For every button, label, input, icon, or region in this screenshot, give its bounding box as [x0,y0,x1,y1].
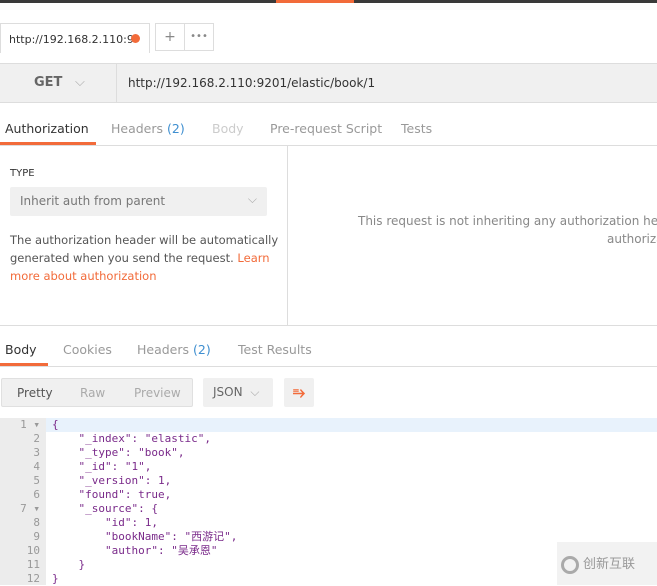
code-line: "_type": "book", [52,446,185,459]
watermark-logo: 创新互联 [557,542,657,585]
divider [0,366,657,367]
code-line: "_source": { [52,502,158,515]
tab-label: Headers [111,121,164,136]
auth-type-select[interactable]: Inherit auth from parent ⌵ [10,187,267,216]
code-line: "author": "吴承恩" [52,544,218,557]
chevron-down-icon: ⌵ [74,75,85,90]
tab-title: http://192.168.2.110:9 [9,33,134,46]
format-value: JSON [213,385,243,399]
tab-authorization[interactable]: Authorization [5,121,89,136]
code-line: "id": 1, [52,516,158,529]
view-mode-group: Pretty Raw Preview [1,378,193,407]
preview-button[interactable]: Preview [134,386,181,400]
window-top-bar [0,0,657,3]
code-line: } [52,572,59,585]
tab-body[interactable]: Body [212,121,244,136]
code-line: "bookName": "西游记", [52,530,238,543]
divider [287,146,288,325]
code-line: } [52,558,86,571]
tab-label: Headers [137,342,190,357]
pretty-button[interactable]: Pretty [17,386,53,400]
code-line: "found": true, [52,488,172,501]
request-tab[interactable]: http://192.168.2.110:9 [0,23,150,53]
wrap-lines-icon[interactable]: ⥱ [284,378,314,407]
raw-button[interactable]: Raw [80,386,105,400]
method-select[interactable]: GET ⌵ [0,64,117,102]
tab-cookies[interactable]: Cookies [63,342,112,357]
auth-type-value: Inherit auth from parent [20,194,166,208]
tab-headers[interactable]: Headers (2) [111,121,185,136]
code-line: { [52,418,59,431]
method-value: GET [34,75,63,90]
code-line: "_index": "elastic", [52,432,211,445]
code-line: "_version": 1, [52,474,172,487]
tab-response-headers[interactable]: Headers (2) [137,342,211,357]
auth-info-line1: This request is not inheriting any autho… [358,214,657,228]
url-input[interactable]: http://192.168.2.110:9201/elastic/book/1 [128,64,375,102]
chevron-down-icon: ⌵ [247,192,257,206]
tab-test-results[interactable]: Test Results [238,342,312,357]
chevron-down-icon: ⌵ [250,385,260,399]
more-tabs-button[interactable]: ••• [184,23,214,51]
unsaved-dot-icon [131,34,140,43]
new-tab-button[interactable]: + [155,23,185,51]
format-select[interactable]: JSON ⌵ [203,378,273,407]
divider [0,325,657,326]
code-line: "_id": "1", [52,460,152,473]
type-label: TYPE [10,168,35,179]
headers-count: (2) [193,342,211,357]
headers-count: (2) [167,121,185,136]
divider [0,145,657,146]
tab-response-body[interactable]: Body [5,342,37,357]
tab-pre-request-script[interactable]: Pre-request Script [270,121,382,136]
tab-tests[interactable]: Tests [401,121,432,136]
auth-info-line2: authoriza [607,232,657,246]
auth-description: The authorization header will be automat… [10,231,280,285]
